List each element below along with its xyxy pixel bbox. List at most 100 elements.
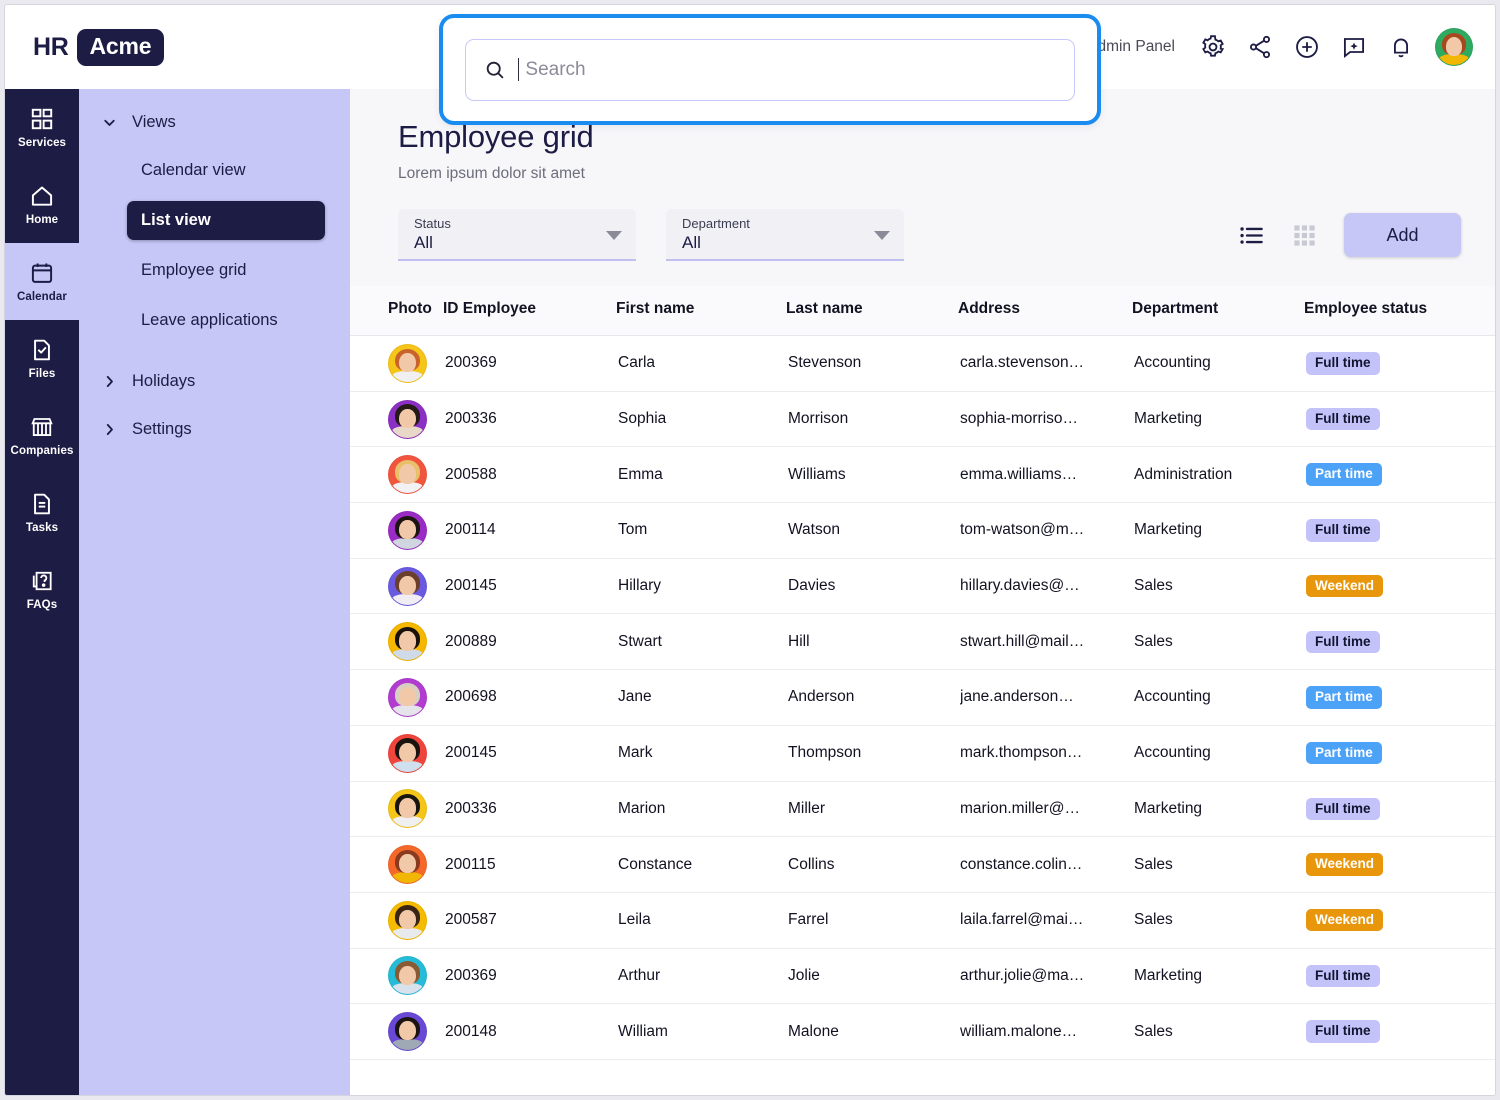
- rail-item-tasks[interactable]: Tasks: [5, 474, 79, 551]
- chat-sparkle-icon[interactable]: [1341, 34, 1367, 60]
- sidebar-group-holidays[interactable]: Holidays: [79, 364, 350, 399]
- cell-first-name: Mark: [616, 725, 786, 782]
- header-actions: Admin Panel: [1087, 28, 1473, 66]
- status-badge: Part time: [1306, 463, 1382, 486]
- table-row[interactable]: 200145 Hillary Davies hillary.davies@… Sales…: [350, 558, 1495, 615]
- sidebar-item-list-view[interactable]: List view: [127, 201, 325, 240]
- cell-id: 200369: [443, 335, 616, 392]
- employee-table: Photo ID Employee First name Last name A…: [350, 286, 1495, 1060]
- rail-item-calendar[interactable]: Calendar: [5, 243, 79, 320]
- cell-address: tom-watson@m…: [958, 502, 1132, 559]
- cell-status: Weekend: [1304, 892, 1495, 949]
- rail-item-companies[interactable]: Companies: [5, 397, 79, 474]
- cell-department: Accounting: [1132, 335, 1304, 392]
- column-header-first[interactable]: First name: [616, 286, 786, 336]
- grid-view-icon[interactable]: [1291, 222, 1318, 249]
- sidebar-item-leave-applications[interactable]: Leave applications: [127, 301, 325, 340]
- rail-item-files[interactable]: Files: [5, 320, 79, 397]
- rail-item-home[interactable]: Home: [5, 166, 79, 243]
- avatar: [388, 956, 427, 996]
- cell-id: 200588: [443, 446, 616, 504]
- column-header-last[interactable]: Last name: [786, 286, 958, 336]
- chevron-down-icon: [874, 231, 890, 240]
- cell-department: Marketing: [1132, 948, 1304, 1005]
- search-field[interactable]: [465, 38, 1075, 101]
- avatar-illustration: [389, 1013, 426, 1051]
- cell-status: Weekend: [1304, 558, 1495, 615]
- cell-status: Full time: [1304, 948, 1495, 1005]
- cell-status: Full time: [1304, 502, 1495, 559]
- rail-item-faqs[interactable]: FAQs: [5, 551, 79, 628]
- cell-first-name: Emma: [616, 446, 786, 504]
- main-content: Employee grid Lorem ipsum dolor sit amet…: [350, 89, 1495, 1095]
- table-row[interactable]: 200588 Emma Williams emma.williams… Administ…: [350, 446, 1495, 504]
- cell-last-name: Hill: [786, 613, 958, 671]
- page-subtitle: Lorem ipsum dolor sit amet: [398, 165, 585, 182]
- table-row[interactable]: 200114 Tom Watson tom-watson@m… Marketing Ful…: [350, 502, 1495, 559]
- sidebar-item-employee-grid[interactable]: Employee grid: [127, 251, 325, 290]
- avatar: [388, 566, 427, 606]
- cell-last-name: Davies: [786, 558, 958, 615]
- sidebar-group-settings[interactable]: Settings: [79, 412, 350, 447]
- column-header-dept[interactable]: Department: [1132, 286, 1304, 336]
- search-focus-ring: [439, 14, 1101, 125]
- cell-photo: [350, 558, 443, 615]
- department-filter-select[interactable]: Department All: [666, 209, 904, 261]
- table-row[interactable]: 200115 Constance Collins constance.colin… Sa…: [350, 836, 1495, 893]
- add-button[interactable]: Add: [1344, 213, 1461, 257]
- table-row[interactable]: 200148 William Malone william.malone… Sales F…: [350, 1003, 1495, 1060]
- cell-photo: [350, 781, 443, 838]
- cell-last-name: Morrison: [786, 391, 958, 448]
- column-header-address[interactable]: Address: [958, 286, 1132, 336]
- cell-status: Part time: [1304, 446, 1495, 504]
- list-view-icon[interactable]: [1238, 222, 1265, 249]
- plus-circle-icon[interactable]: [1294, 34, 1320, 60]
- share-icon[interactable]: [1247, 34, 1273, 60]
- avatar-illustration: [389, 456, 426, 494]
- app-logo[interactable]: HR Acme: [33, 28, 165, 66]
- cell-last-name: Collins: [786, 836, 958, 893]
- status-filter-select[interactable]: Status All: [398, 209, 636, 261]
- avatar: [388, 900, 427, 940]
- column-header-photo[interactable]: Photo: [350, 286, 443, 336]
- cell-status: Part time: [1304, 669, 1495, 726]
- cell-first-name: Arthur: [616, 948, 786, 1005]
- rail-label: Files: [28, 368, 56, 380]
- table-row[interactable]: 200336 Marion Miller marion.miller@… Marketi…: [350, 781, 1495, 838]
- user-avatar[interactable]: [1435, 28, 1473, 66]
- cell-last-name: Malone: [786, 1003, 958, 1060]
- table-row[interactable]: 200889 Stwart Hill stwart.hill@mail… Sales Fu…: [350, 613, 1495, 671]
- cell-first-name: Leila: [616, 892, 786, 949]
- cell-photo: [350, 725, 443, 782]
- status-badge: Full time: [1306, 352, 1380, 375]
- grid-icon: [31, 108, 53, 130]
- cell-first-name: Carla: [616, 335, 786, 392]
- table-row[interactable]: 200336 Sophia Morrison sophia-morriso… Marke…: [350, 391, 1495, 448]
- table-row[interactable]: 200369 Carla Stevenson carla.stevenson… Acco…: [350, 335, 1495, 392]
- sidebar-group-views[interactable]: Views: [79, 105, 350, 140]
- app-body: Services Home Calendar Files Companies T…: [5, 89, 1495, 1095]
- table-row[interactable]: 200145 Mark Thompson mark.thompson… Accounti…: [350, 725, 1495, 782]
- question-box-icon: [32, 571, 52, 591]
- home-icon: [31, 186, 53, 206]
- calendar-icon: [31, 263, 53, 283]
- cell-photo: [350, 1003, 443, 1060]
- column-header-status[interactable]: Employee status: [1304, 286, 1495, 336]
- table-row[interactable]: 200587 Leila Farrel laila.farrel@mai… Sales W…: [350, 892, 1495, 949]
- gear-icon[interactable]: [1200, 34, 1226, 60]
- table-row[interactable]: 200369 Arthur Jolie arthur.jolie@ma… Marketi…: [350, 948, 1495, 1005]
- sidebar-item-calendar-view[interactable]: Calendar view: [127, 151, 325, 190]
- department-filter-value: All: [682, 233, 701, 252]
- rail-label: FAQs: [26, 599, 58, 611]
- cell-last-name: Jolie: [786, 948, 958, 1005]
- table-row[interactable]: 200698 Jane Anderson jane.anderson… Accounti…: [350, 669, 1495, 726]
- app-header: HR Acme Admin Panel: [5, 5, 1495, 125]
- rail-item-services[interactable]: Services: [5, 89, 79, 166]
- bell-icon[interactable]: [1388, 34, 1414, 60]
- column-header-id[interactable]: ID Employee: [443, 286, 616, 336]
- cell-last-name: Williams: [786, 446, 958, 504]
- status-badge: Part time: [1306, 686, 1382, 709]
- cell-first-name: Hillary: [616, 558, 786, 615]
- search-input[interactable]: [525, 58, 1056, 81]
